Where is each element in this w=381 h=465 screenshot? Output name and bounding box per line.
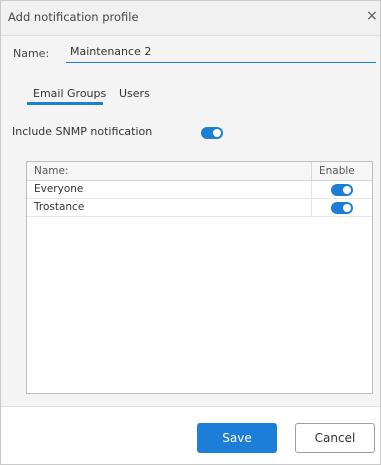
snmp-toggle[interactable] — [201, 127, 223, 139]
row-name: Trostance — [34, 201, 85, 213]
active-tab-indicator — [27, 102, 103, 105]
row-name: Everyone — [34, 183, 84, 195]
snmp-row: Include SNMP notification — [1, 121, 380, 143]
name-input[interactable] — [66, 41, 376, 63]
snmp-label: Include SNMP notification — [12, 125, 153, 138]
dialog-titlebar: Add notification profile × — [1, 1, 380, 36]
close-icon[interactable]: × — [366, 7, 380, 25]
table-header: Name: Enable — [27, 162, 372, 181]
enable-toggle[interactable] — [331, 184, 353, 196]
tab-email-groups[interactable]: Email Groups — [33, 87, 106, 100]
tab-bar: Email Groups Users — [1, 84, 380, 106]
column-divider — [311, 199, 312, 216]
column-divider — [311, 162, 312, 180]
toggle-knob — [343, 186, 351, 194]
table-row[interactable]: Everyone — [27, 181, 372, 199]
tab-users[interactable]: Users — [119, 87, 150, 100]
save-button[interactable]: Save — [197, 423, 277, 453]
cancel-button[interactable]: Cancel — [295, 423, 375, 453]
add-notification-profile-dialog: Add notification profile × Name: Email G… — [0, 0, 381, 465]
toggle-knob — [213, 129, 221, 137]
dialog-footer: Save Cancel — [1, 406, 380, 464]
column-divider — [311, 181, 312, 198]
table-row[interactable]: Trostance — [27, 199, 372, 217]
name-row: Name: — [1, 37, 380, 71]
toggle-knob — [343, 204, 351, 212]
column-header-enable: Enable — [319, 165, 355, 177]
dialog-title: Add notification profile — [8, 10, 139, 24]
name-label: Name: — [13, 47, 50, 60]
column-header-name: Name: — [34, 165, 69, 177]
email-groups-table: Name: Enable Everyone Trostance — [26, 161, 373, 394]
enable-toggle[interactable] — [331, 202, 353, 214]
